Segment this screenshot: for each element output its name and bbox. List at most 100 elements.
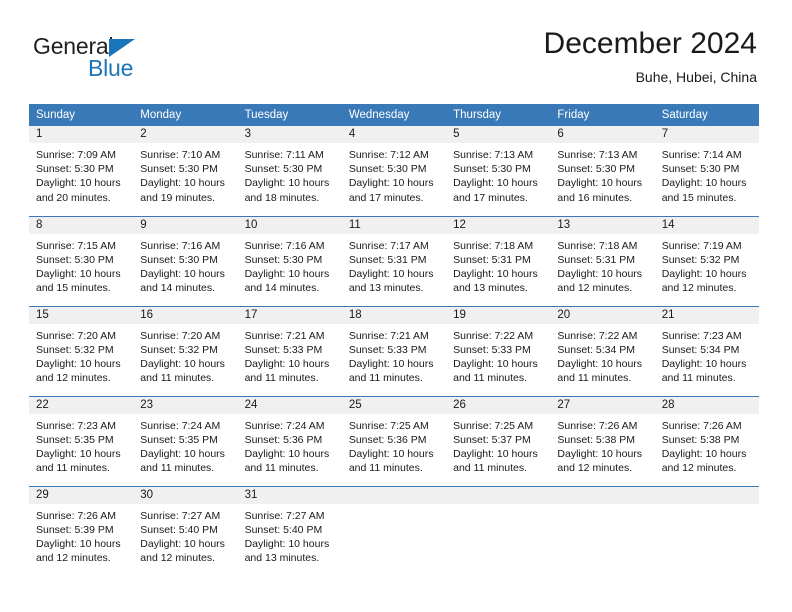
daylight-duration-line1: Daylight: 10 hours <box>557 447 643 460</box>
sunrise-time: Sunrise: 7:14 AM <box>661 149 742 161</box>
daylight-duration-line1: Daylight: 10 hours <box>661 177 747 190</box>
week-row: 15 Sunrise: 7:20 AM Sunset: 5:32 PM Dayl… <box>29 305 759 396</box>
daylight-duration-line2: and 12 minutes. <box>36 372 111 385</box>
day-cell[interactable]: 27 Sunrise: 7:26 AM Sunset: 5:38 PM Dayl… <box>550 395 655 486</box>
day-number: 24 <box>237 396 342 414</box>
day-cell[interactable]: 30 Sunrise: 7:27 AM Sunset: 5:40 PM Dayl… <box>133 485 238 576</box>
day-number: 23 <box>133 396 238 414</box>
sunset-time: Sunset: 5:33 PM <box>244 343 323 356</box>
sunrise-time: Sunrise: 7:09 AM <box>36 149 116 161</box>
daylight-duration-line2: and 14 minutes. <box>244 282 320 295</box>
day-details: Sunrise: 7:23 AM Sunset: 5:35 PM Dayligh… <box>29 414 133 476</box>
daylight-duration-line2: and 11 minutes. <box>244 462 319 475</box>
day-details: Sunrise: 7:24 AM Sunset: 5:36 PM Dayligh… <box>238 414 342 476</box>
sunset-time: Sunset: 5:30 PM <box>557 163 636 176</box>
sunset-time: Sunset: 5:30 PM <box>661 163 740 176</box>
sunset-time: Sunset: 5:30 PM <box>348 163 427 176</box>
day-number <box>446 486 551 504</box>
day-cell[interactable]: 5 Sunrise: 7:13 AM Sunset: 5:30 PM Dayli… <box>446 126 551 216</box>
sunrise-time: Sunrise: 7:17 AM <box>348 239 429 252</box>
day-number: 26 <box>446 396 551 414</box>
day-details: Sunrise: 7:09 AM Sunset: 5:30 PM Dayligh… <box>29 143 133 205</box>
day-cell[interactable]: 7 Sunrise: 7:14 AM Sunset: 5:30 PM Dayli… <box>654 126 759 216</box>
day-cell[interactable]: 10 Sunrise: 7:16 AM Sunset: 5:30 PM Dayl… <box>237 215 342 306</box>
daylight-duration-line1: Daylight: 10 hours <box>140 267 225 280</box>
day-cell[interactable]: 23 Sunrise: 7:24 AM Sunset: 5:35 PM Dayl… <box>133 395 238 486</box>
sunset-time: Sunset: 5:30 PM <box>140 163 218 176</box>
sunset-time: Sunset: 5:30 PM <box>36 163 114 176</box>
day-cell[interactable]: 21 Sunrise: 7:23 AM Sunset: 5:34 PM Dayl… <box>654 305 759 396</box>
day-cell[interactable]: 20 Sunrise: 7:22 AM Sunset: 5:34 PM Dayl… <box>550 305 655 396</box>
day-details: Sunrise: 7:26 AM Sunset: 5:38 PM Dayligh… <box>550 414 654 476</box>
sunrise-time: Sunrise: 7:20 AM <box>36 329 116 342</box>
day-cell[interactable]: 19 Sunrise: 7:22 AM Sunset: 5:33 PM Dayl… <box>446 305 551 396</box>
sunrise-time: Sunrise: 7:10 AM <box>140 149 221 161</box>
daylight-duration-line1: Daylight: 10 hours <box>661 447 747 460</box>
day-cell[interactable]: 29 Sunrise: 7:26 AM Sunset: 5:39 PM Dayl… <box>29 485 134 576</box>
sunset-time: Sunset: 5:30 PM <box>453 163 531 176</box>
brand-logo[interactable]: General Blue <box>33 33 233 83</box>
day-cell[interactable]: 6 Sunrise: 7:13 AM Sunset: 5:30 PM Dayli… <box>550 126 655 216</box>
day-cell[interactable]: 12 Sunrise: 7:18 AM Sunset: 5:31 PM Dayl… <box>446 215 551 306</box>
daylight-duration-line2: and 12 minutes. <box>36 552 111 565</box>
sunrise-time: Sunrise: 7:23 AM <box>36 419 116 432</box>
sunset-time: Sunset: 5:40 PM <box>140 523 218 536</box>
day-cell[interactable]: 28 Sunrise: 7:26 AM Sunset: 5:38 PM Dayl… <box>654 395 759 486</box>
day-details: Sunrise: 7:27 AM Sunset: 5:40 PM Dayligh… <box>238 504 342 566</box>
calendar-table: Sunday Monday Tuesday Wednesday Thursday… <box>29 104 759 576</box>
day-cell[interactable]: 16 Sunrise: 7:20 AM Sunset: 5:32 PM Dayl… <box>133 305 238 396</box>
day-cell[interactable]: 14 Sunrise: 7:19 AM Sunset: 5:32 PM Dayl… <box>654 215 759 306</box>
sunset-time: Sunset: 5:31 PM <box>453 253 531 266</box>
daylight-duration-line1: Daylight: 10 hours <box>348 177 434 190</box>
day-cell[interactable]: 15 Sunrise: 7:20 AM Sunset: 5:32 PM Dayl… <box>29 305 134 396</box>
day-details: Sunrise: 7:12 AM Sunset: 5:30 PM Dayligh… <box>342 143 446 205</box>
day-details: Sunrise: 7:13 AM Sunset: 5:30 PM Dayligh… <box>446 143 550 205</box>
daylight-duration-line1: Daylight: 10 hours <box>348 357 434 370</box>
daylight-duration-line2: and 12 minutes. <box>557 282 633 295</box>
day-cell[interactable]: 1 Sunrise: 7:09 AM Sunset: 5:30 PM Dayli… <box>29 126 134 216</box>
day-cell[interactable]: 13 Sunrise: 7:18 AM Sunset: 5:31 PM Dayl… <box>550 215 655 306</box>
page-header: General Blue December 2024 Buhe, Hubei, … <box>0 0 792 104</box>
day-details: Sunrise: 7:24 AM Sunset: 5:35 PM Dayligh… <box>133 414 237 476</box>
daylight-duration-line1: Daylight: 10 hours <box>36 177 121 190</box>
day-cell[interactable]: 8 Sunrise: 7:15 AM Sunset: 5:30 PM Dayli… <box>29 215 134 306</box>
day-cell[interactable]: 4 Sunrise: 7:12 AM Sunset: 5:30 PM Dayli… <box>341 126 447 216</box>
daylight-duration-line1: Daylight: 10 hours <box>244 267 330 280</box>
day-number: 18 <box>341 306 447 324</box>
day-number: 14 <box>654 216 759 234</box>
day-number: 6 <box>550 126 655 143</box>
sunset-time: Sunset: 5:32 PM <box>140 343 218 356</box>
day-cell[interactable]: 22 Sunrise: 7:23 AM Sunset: 5:35 PM Dayl… <box>29 395 134 486</box>
day-cell[interactable]: 31 Sunrise: 7:27 AM Sunset: 5:40 PM Dayl… <box>237 485 342 576</box>
day-number: 10 <box>237 216 342 234</box>
day-cell[interactable]: 2 Sunrise: 7:10 AM Sunset: 5:30 PM Dayli… <box>133 126 238 216</box>
day-cell[interactable]: 26 Sunrise: 7:25 AM Sunset: 5:37 PM Dayl… <box>446 395 551 486</box>
daylight-duration-line1: Daylight: 10 hours <box>140 537 225 550</box>
day-cell[interactable]: 25 Sunrise: 7:25 AM Sunset: 5:36 PM Dayl… <box>341 395 447 486</box>
day-cell[interactable]: 17 Sunrise: 7:21 AM Sunset: 5:33 PM Dayl… <box>237 305 342 396</box>
sunset-time: Sunset: 5:32 PM <box>661 253 740 266</box>
day-number: 27 <box>550 396 655 414</box>
day-number: 16 <box>133 306 238 324</box>
day-cell[interactable]: 11 Sunrise: 7:17 AM Sunset: 5:31 PM Dayl… <box>341 215 447 306</box>
day-details: Sunrise: 7:17 AM Sunset: 5:31 PM Dayligh… <box>342 234 446 296</box>
day-number: 9 <box>133 216 238 234</box>
daylight-duration-line1: Daylight: 10 hours <box>348 447 434 460</box>
daylight-duration-line1: Daylight: 10 hours <box>244 357 330 370</box>
daylight-duration-line1: Daylight: 10 hours <box>453 357 538 370</box>
day-details: Sunrise: 7:21 AM Sunset: 5:33 PM Dayligh… <box>342 324 446 386</box>
week-row: 1 Sunrise: 7:09 AM Sunset: 5:30 PM Dayli… <box>29 126 759 216</box>
day-details: Sunrise: 7:16 AM Sunset: 5:30 PM Dayligh… <box>133 234 237 296</box>
day-details: Sunrise: 7:13 AM Sunset: 5:30 PM Dayligh… <box>550 143 654 205</box>
day-cell[interactable]: 24 Sunrise: 7:24 AM Sunset: 5:36 PM Dayl… <box>237 395 342 486</box>
day-number: 13 <box>550 216 655 234</box>
sunrise-time: Sunrise: 7:26 AM <box>557 419 638 432</box>
day-number: 2 <box>133 126 238 143</box>
week-row: 8 Sunrise: 7:15 AM Sunset: 5:30 PM Dayli… <box>29 215 759 306</box>
sunrise-time: Sunrise: 7:12 AM <box>348 149 429 161</box>
day-cell[interactable]: 9 Sunrise: 7:16 AM Sunset: 5:30 PM Dayli… <box>133 215 238 306</box>
day-cell[interactable]: 3 Sunrise: 7:11 AM Sunset: 5:30 PM Dayli… <box>237 126 342 216</box>
daylight-duration-line2: and 15 minutes. <box>661 191 737 204</box>
day-cell[interactable]: 18 Sunrise: 7:21 AM Sunset: 5:33 PM Dayl… <box>341 305 447 396</box>
day-details: Sunrise: 7:20 AM Sunset: 5:32 PM Dayligh… <box>29 324 133 386</box>
